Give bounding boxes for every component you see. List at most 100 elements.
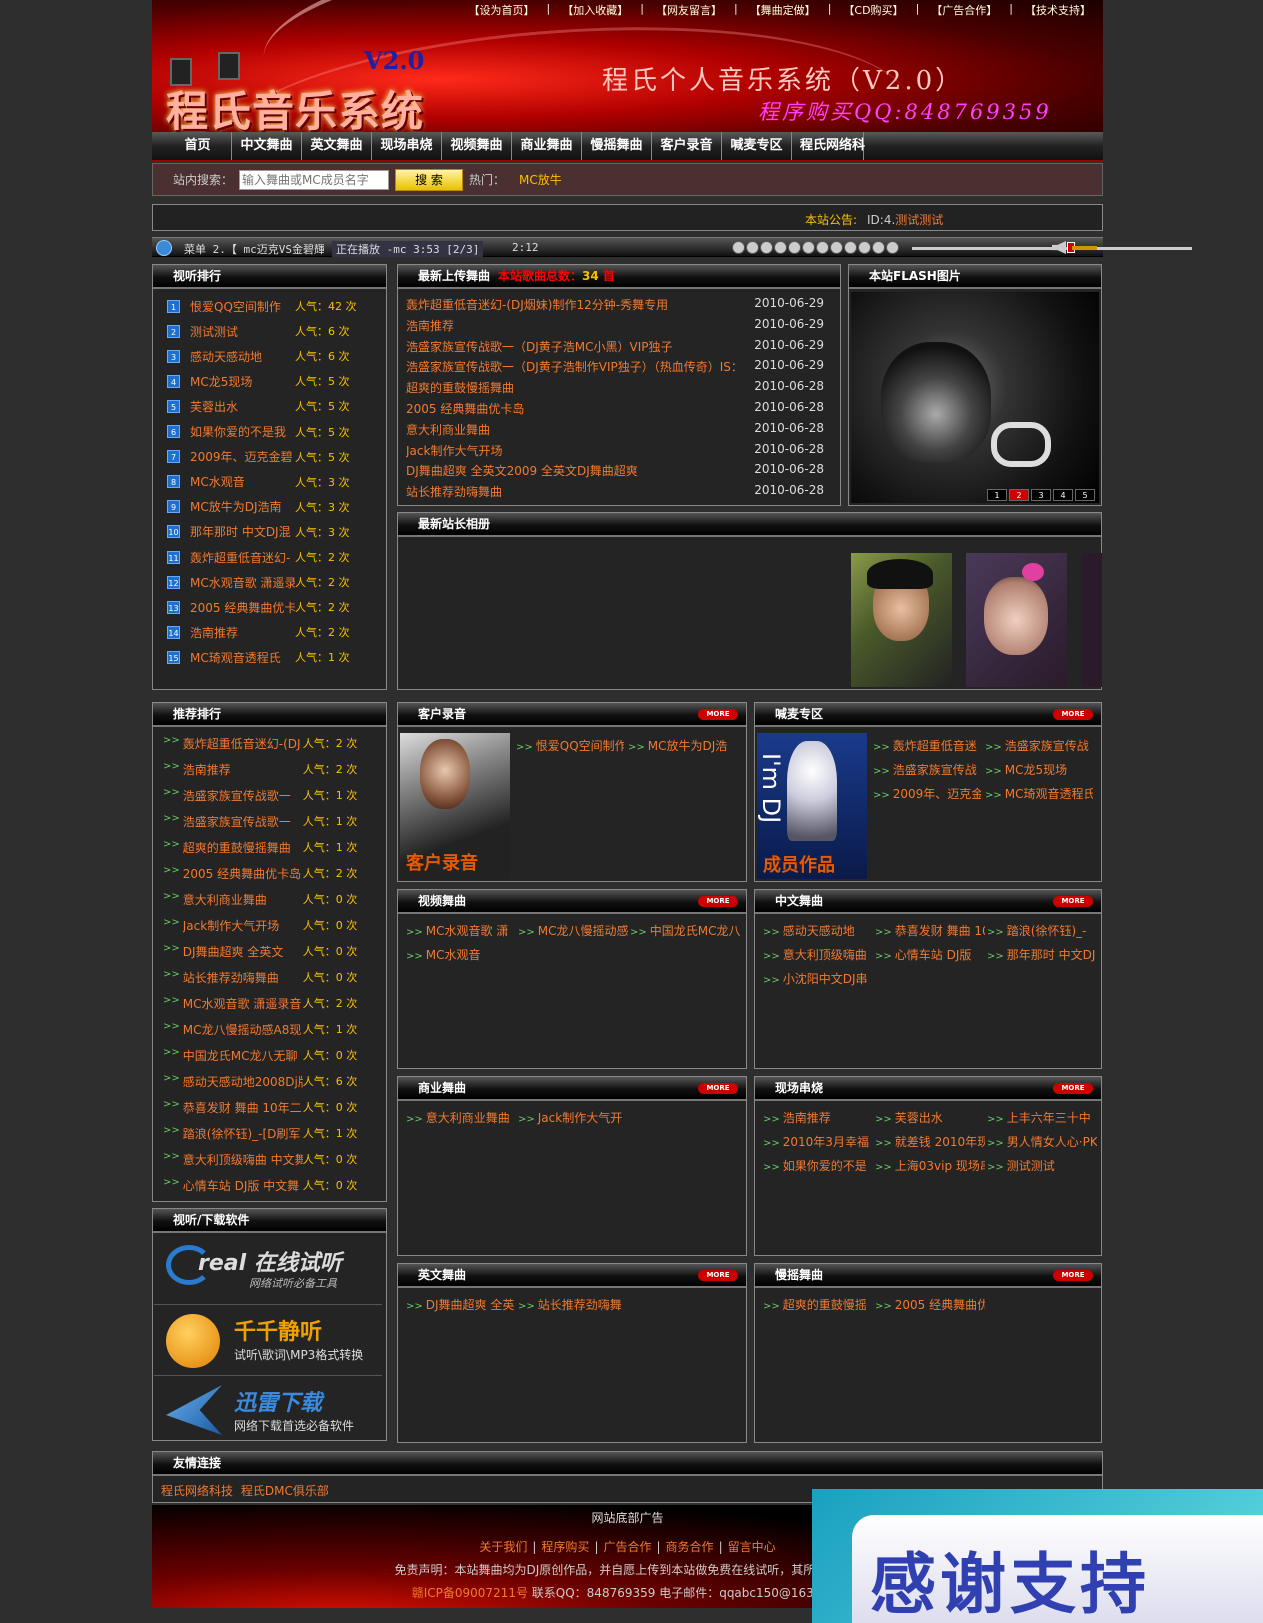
section-link[interactable]: >> 男人情女人心·PK [987,1133,1097,1150]
thunder-link[interactable]: 迅雷下载 网络下载首选必备软件 [154,1377,382,1447]
recommend-row[interactable]: >> 超爽的重鼓慢摇舞曲 人气：1 次 [163,839,357,857]
section-link[interactable]: >> 2005 经典舞曲优 [875,1296,985,1313]
recommend-row[interactable]: >> MC水观音歌 潇遥录音 人气：2 次 [163,995,357,1013]
recommend-song-name[interactable]: Jack制作大气开场 [183,917,303,935]
rank-row[interactable]: 11 轰炸超重低音迷幻- 人气：2 次 [167,548,350,566]
top-link[interactable]: 【网友留言】 [656,2,722,18]
nav-item[interactable]: 喊麦专区 [722,132,792,160]
footer-link[interactable]: 程序购买 [541,1540,589,1554]
upload-song-name[interactable]: DJ舞曲超爽 全英文2009 全英文DJ舞曲超爽 [406,462,746,480]
recommend-song-name[interactable]: 站长推荐劲嗨舞曲 [183,969,303,987]
section-link[interactable]: >> 小沈阳中文DJ串 [763,970,873,987]
recommend-row[interactable]: >> 心情车站 DJ版 中文舞 人气：0 次 [163,1177,357,1195]
section-link[interactable]: >> 踏浪(徐怀钰)_- [987,922,1097,939]
recommend-song-name[interactable]: MC水观音歌 潇遥录音 [183,995,303,1013]
section-link[interactable]: >> MC水观音 [406,946,516,963]
upload-row[interactable]: Jack制作大气开场 2010-06-28 [406,442,824,460]
rank-song-name[interactable]: 那年那时 中文DJ混 [190,523,295,540]
player-control-icon[interactable] [802,241,815,254]
more-button[interactable]: MORE [1053,709,1093,720]
footer-link[interactable]: 商务合作 [666,1540,714,1554]
upload-row[interactable]: 意大利商业舞曲 2010-06-28 [406,421,824,439]
section-link[interactable]: >> 心情车站 DJ版 [875,946,985,963]
nav-item[interactable]: 英文舞曲 [302,132,372,160]
section-link[interactable]: >> 感动天感动地 [763,922,873,939]
upload-song-name[interactable]: 2005 经典舞曲优卡岛 [406,400,746,418]
footer-link[interactable]: 关于我们 [479,1540,527,1554]
ttplayer-link[interactable]: 千千静听 试听\歌词\MP3格式转换 [154,1306,382,1376]
recommend-song-name[interactable]: 心情车站 DJ版 中文舞 [183,1177,303,1195]
more-button[interactable]: MORE [698,896,738,907]
section-link[interactable]: >> 中国龙氏MC龙八 [630,922,740,939]
section-link[interactable]: >> MC放牛为DJ浩 [628,737,736,754]
rank-row[interactable]: 1 恨爱QQ空间制作 人气：42 次 [167,297,357,315]
upload-song-name[interactable]: 轰炸超重低音迷幻-(DJ烟妹)制作12分钟-秀舞专用 [406,296,746,314]
player-control-icon[interactable] [844,241,857,254]
rank-song-name[interactable]: MC龙5现场 [190,373,295,390]
upload-row[interactable]: DJ舞曲超爽 全英文2009 全英文DJ舞曲超爽 2010-06-28 [406,462,824,480]
section-link[interactable]: >> 上海03vip 现场串 [875,1157,985,1174]
recommend-row[interactable]: >> 浩南推荐 人气：2 次 [163,761,357,779]
nav-item[interactable]: 慢摇舞曲 [582,132,652,160]
rank-row[interactable]: 8 MC水观音 人气：3 次 [167,473,350,491]
section-link[interactable]: >> 芙蓉出水 [875,1109,985,1126]
section-link[interactable]: >> 恭喜发财 舞曲 10 [875,922,985,939]
section-link[interactable]: >> 恨爱QQ空间制作 [516,737,624,754]
volume-icon[interactable] [1052,241,1066,254]
more-button[interactable]: MORE [1053,1270,1093,1281]
nav-item[interactable]: 商业舞曲 [512,132,582,160]
recommend-song-name[interactable]: 意大利商业舞曲 [183,891,303,909]
top-link[interactable]: 【加入收藏】 [562,2,628,18]
recommend-row[interactable]: >> 浩盛家族宣传战歌一 人气：1 次 [163,813,357,831]
recommend-song-name[interactable]: 意大利顶级嗨曲 中文舞 [183,1151,303,1169]
recommend-row[interactable]: >> 意大利顶级嗨曲 中文舞 人气：0 次 [163,1151,357,1169]
player-control-icon[interactable] [816,241,829,254]
player-control-icon[interactable] [886,241,899,254]
recommend-row[interactable]: >> 意大利商业舞曲 人气：0 次 [163,891,357,909]
search-button[interactable]: 搜 索 [395,168,464,191]
footer-link[interactable]: 留言中心 [728,1540,776,1554]
section-link[interactable]: >> 浩盛家族宣传战 [873,761,981,778]
recommend-row[interactable]: >> 中国龙氏MC龙八无聊 人气：0 次 [163,1047,357,1065]
recommend-row[interactable]: >> 踏浪(徐怀钰)_-[D刷军 人气：1 次 [163,1125,357,1143]
recommend-row[interactable]: >> 恭喜发财 舞曲 10年二 人气：0 次 [163,1099,357,1117]
flash-page-button[interactable]: 1 [987,489,1007,501]
upload-song-name[interactable]: 浩盛家族宣传战歌一（DJ黄子浩制作VIP独子）（热血传奇）IS： [406,358,746,376]
nav-item[interactable]: 中文舞曲 [232,132,302,160]
rank-row[interactable]: 7 2009年、迈克金碧 人气：5 次 [167,448,350,466]
player-menu[interactable]: 菜单 2.【 mc迈克VS金碧輝 [184,241,324,257]
recommend-song-name[interactable]: 浩盛家族宣传战歌一 [183,787,303,805]
player-control-icon[interactable] [732,241,745,254]
album-photo[interactable] [966,553,1067,687]
top-link[interactable]: 【广告合作】 [931,2,997,18]
recommend-row[interactable]: >> DJ舞曲超爽 全英文 人气：0 次 [163,943,357,961]
player-control-icon[interactable] [830,241,843,254]
rank-row[interactable]: 6 如果你爱的不是我 人气：5 次 [167,423,350,441]
hot-keyword-link[interactable]: MC放牛 [519,171,562,188]
section-link[interactable]: >> MC水观音歌 潇 [406,922,516,939]
nav-item[interactable]: 客户录音 [652,132,722,160]
section-link[interactable]: >> MC龙5现场 [985,761,1093,778]
rank-song-name[interactable]: MC水观音歌 潇遥录 [190,574,295,591]
recommend-song-name[interactable]: 恭喜发财 舞曲 10年二 [183,1099,303,1117]
flash-page-button[interactable]: 4 [1053,489,1073,501]
rank-row[interactable]: 2 测试测试 人气：6 次 [167,322,350,340]
recommend-row[interactable]: >> MC龙八慢摇动感A8现 人气：1 次 [163,1021,357,1039]
rank-row[interactable]: 3 感动天感动地 人气：6 次 [167,347,350,365]
flash-page-button[interactable]: 5 [1075,489,1095,501]
mc-zone-image[interactable]: I'm DJ 成员作品 [757,733,867,879]
top-link[interactable]: 【设为首页】 [469,2,535,18]
more-button[interactable]: MORE [1053,896,1093,907]
player-control-icon[interactable] [746,241,759,254]
notice-link[interactable]: 测试测试 [895,213,943,227]
section-link[interactable]: >> 超爽的重鼓慢摇 [763,1296,873,1313]
upload-song-name[interactable]: 超爽的重鼓慢摇舞曲 [406,379,746,397]
top-link[interactable]: 【CD购买】 [843,2,903,18]
rank-song-name[interactable]: 2009年、迈克金碧 [190,448,295,465]
recommend-song-name[interactable]: 超爽的重鼓慢摇舞曲 [183,839,303,857]
nav-item[interactable]: 首页 [152,132,232,160]
album-photo[interactable] [851,553,952,687]
section-link[interactable]: >> 2009年、迈克金 [873,785,981,802]
section-link[interactable]: >> 意大利商业舞曲 [406,1109,516,1126]
recommend-song-name[interactable]: 踏浪(徐怀钰)_-[D刷军 [183,1125,303,1143]
